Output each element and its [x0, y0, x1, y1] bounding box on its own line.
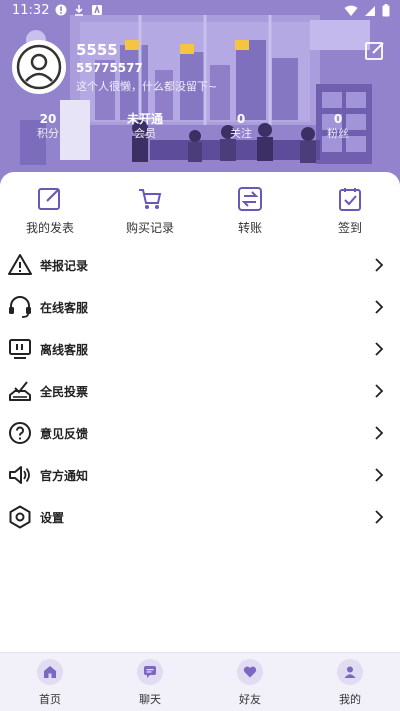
username: 5555	[76, 41, 118, 59]
menu-item-offline-support[interactable]: 离线客服	[0, 328, 400, 370]
nav-mine[interactable]: 我的	[310, 659, 390, 707]
cart-icon	[139, 189, 162, 209]
chevron-right-icon	[375, 342, 384, 356]
menu-item-public-vote[interactable]: 全民投票	[0, 370, 400, 412]
chevron-right-icon	[375, 510, 384, 524]
home-icon	[44, 666, 56, 678]
transfer-icon	[238, 187, 262, 211]
menu-item-label: 意见反馈	[40, 427, 89, 441]
heart-icon	[243, 666, 257, 678]
chevron-right-icon	[375, 258, 384, 272]
stat-followers[interactable]: 0 粉丝	[303, 112, 373, 142]
chat-icon	[144, 666, 156, 678]
menu-item-report-records[interactable]: 举报记录	[0, 244, 400, 286]
action-label: 购买记录	[125, 221, 174, 235]
question-icon	[9, 422, 31, 444]
status-bar: 11:32	[0, 0, 400, 22]
nav-friends[interactable]: 好友	[210, 659, 290, 707]
profile-stats: 20 积分 未开通 会员 0 关注 0 粉丝	[0, 112, 400, 146]
warning-icon	[8, 254, 32, 275]
purchase-history-button[interactable]: 购买记录	[110, 186, 190, 236]
stat-label: 会员	[134, 127, 156, 140]
chevron-right-icon	[375, 384, 384, 398]
profile-header: 11:32 5555 55775577 这个人很懒，什么都没留下~ 20 积分	[0, 0, 400, 190]
menu-item-label: 官方通知	[40, 469, 89, 483]
menu-item-label: 举报记录	[40, 259, 89, 273]
menu-item-settings[interactable]: 设置	[0, 496, 400, 538]
my-posts-button[interactable]: 我的发表	[10, 186, 90, 236]
stat-value: 0	[236, 112, 246, 126]
vote-icon	[9, 381, 31, 401]
headset-icon	[9, 296, 31, 318]
settings-icon	[9, 505, 31, 529]
battery-icon	[382, 4, 390, 17]
menu-item-official-notice[interactable]: 官方通知	[0, 454, 400, 496]
stat-following[interactable]: 0 关注	[206, 112, 276, 142]
nav-label: 好友	[239, 693, 261, 706]
menu-item-online-support[interactable]: 在线客服	[0, 286, 400, 328]
download-icon	[75, 5, 83, 16]
user-id: 55775577	[76, 61, 143, 75]
action-label: 签到	[337, 221, 362, 235]
signal-icon	[365, 5, 375, 16]
office-illustration	[0, 0, 400, 190]
alert-icon	[55, 4, 67, 16]
nav-home[interactable]: 首页	[10, 659, 90, 707]
stat-value: 0	[333, 112, 343, 126]
user-avatar-icon	[16, 44, 62, 90]
stat-value: 未开通	[126, 112, 163, 126]
nav-chat[interactable]: 聊天	[110, 659, 190, 707]
edit-icon	[38, 188, 60, 210]
action-label: 我的发表	[25, 221, 74, 235]
nav-label: 首页	[39, 693, 61, 706]
stat-value: 20	[39, 112, 57, 126]
menu-item-feedback[interactable]: 意见反馈	[0, 412, 400, 454]
action-label: 转账	[237, 221, 262, 235]
menu-item-label: 全民投票	[40, 385, 89, 399]
quick-actions: 我的发表 购买记录 转账 签到	[0, 186, 400, 246]
app-notification-icon	[92, 4, 102, 15]
stat-label: 粉丝	[327, 127, 349, 140]
menu-item-label: 设置	[40, 511, 65, 525]
monitor-icon	[9, 339, 31, 359]
edit-profile-icon[interactable]	[364, 40, 386, 62]
stat-label: 积分	[37, 127, 59, 140]
user-signature: 这个人很懒，什么都没留下~	[76, 80, 218, 93]
profile-menu-card: 我的发表 购买记录 转账 签到 举报记录 在线客服 离线客服 全民投票 意见反馈…	[0, 172, 400, 652]
stat-points[interactable]: 20 积分	[13, 112, 83, 142]
wifi-icon	[344, 5, 358, 16]
avatar[interactable]	[12, 40, 66, 94]
transfer-button[interactable]: 转账	[210, 186, 290, 236]
speaker-icon	[9, 466, 30, 484]
chevron-right-icon	[375, 300, 384, 314]
nav-label: 我的	[339, 693, 361, 706]
chevron-right-icon	[375, 426, 384, 440]
menu-item-label: 离线客服	[40, 343, 89, 357]
bottom-navigation: 首页 聊天 好友 我的	[0, 652, 400, 711]
menu-list: 举报记录 在线客服 离线客服 全民投票 意见反馈 官方通知 设置	[0, 244, 400, 538]
checkin-button[interactable]: 签到	[310, 186, 390, 236]
status-time: 11:32	[12, 3, 50, 18]
stat-label: 关注	[230, 127, 252, 140]
stat-membership[interactable]: 未开通 会员	[110, 112, 180, 142]
nav-label: 聊天	[139, 693, 161, 706]
chevron-right-icon	[375, 468, 384, 482]
checkin-icon	[339, 188, 361, 211]
user-icon	[344, 666, 356, 678]
menu-item-label: 在线客服	[40, 301, 89, 315]
